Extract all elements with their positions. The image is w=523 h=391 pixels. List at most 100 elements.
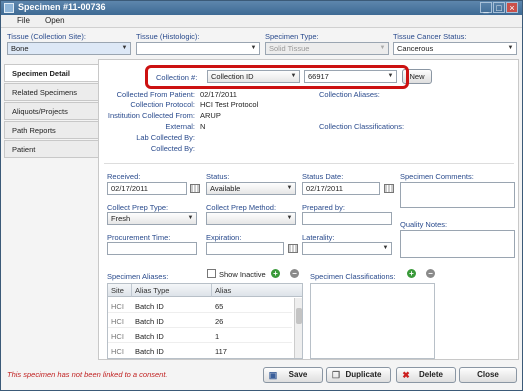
prepared-by-label: Prepared by:: [302, 203, 345, 212]
show-inactive-label: Show Inactive: [219, 270, 266, 279]
alias-value: 1: [212, 329, 292, 343]
duplicate-button[interactable]: ❐ Duplicate: [326, 367, 391, 383]
laterality-select[interactable]: ▼: [302, 242, 392, 255]
alias-site: HCI: [108, 314, 132, 328]
lab-collected-by-label: Lab Collected By:: [136, 133, 195, 142]
collect-prep-method-label: Collect Prep Method:: [206, 203, 277, 212]
title-bar: Specimen #11-00736 _ □ ×: [1, 1, 522, 15]
save-button[interactable]: ▣ Save: [263, 367, 323, 383]
collect-prep-type-select[interactable]: Fresh ▼: [107, 212, 197, 225]
tab-path-reports[interactable]: Path Reports: [4, 121, 99, 139]
alias-type: Batch ID: [132, 299, 212, 313]
institution-label: Institution Collected From:: [107, 111, 195, 120]
prepared-by-input[interactable]: [302, 212, 392, 225]
chevron-down-icon: ▼: [379, 45, 386, 51]
add-classification-icon[interactable]: +: [407, 269, 416, 278]
column-header-alias-type[interactable]: Alias Type: [132, 284, 212, 297]
alias-value: 65: [212, 299, 292, 313]
delete-button-label: Delete: [418, 370, 443, 379]
status-date-input[interactable]: 02/17/2011: [302, 182, 380, 195]
delete-button[interactable]: ✖ Delete: [396, 367, 456, 383]
tissue-site-label: Tissue (Collection Site):: [7, 32, 86, 41]
collected-from-patient-value: 02/17/2011: [200, 90, 237, 99]
collection-classifications-label: Collection Classifications:: [319, 122, 405, 131]
tab-aliquots-projects[interactable]: Aliquots/Projects: [4, 102, 99, 120]
menu-open[interactable]: Open: [45, 16, 65, 25]
alias-value: 26: [212, 314, 292, 328]
institution-value: ARUP: [200, 111, 221, 120]
expiration-input[interactable]: [206, 242, 284, 255]
alias-site: HCI: [108, 329, 132, 343]
specimen-window: Specimen #11-00736 _ □ × File Open Tissu…: [0, 0, 523, 391]
save-icon: ▣: [268, 370, 278, 380]
tab-patient[interactable]: Patient: [4, 140, 99, 158]
specimen-classifications-list[interactable]: [310, 283, 435, 359]
app-icon: [4, 3, 14, 13]
collection-protocol-value: HCI Test Protocol: [200, 100, 259, 109]
chevron-down-icon: ▼: [286, 185, 293, 191]
alias-site: HCI: [108, 344, 132, 358]
specimen-type-label: Specimen Type:: [265, 32, 319, 41]
specimen-aliases-table: Site Alias Type Alias HCI Batch ID 65 HC…: [107, 283, 303, 359]
specimen-comments-input[interactable]: [400, 182, 515, 208]
close-icon[interactable]: ×: [506, 2, 518, 13]
collect-prep-method-select[interactable]: ▼: [206, 212, 296, 225]
tab-specimen-detail[interactable]: Specimen Detail: [4, 64, 103, 82]
close-button[interactable]: Close: [459, 367, 517, 383]
tissue-histologic-label: Tissue (Histologic):: [136, 32, 200, 41]
quality-notes-input[interactable]: [400, 230, 515, 258]
status-date-label: Status Date:: [302, 172, 344, 181]
remove-classification-icon[interactable]: −: [426, 269, 435, 278]
tissue-histologic-select[interactable]: ▼: [136, 42, 260, 55]
specimen-comments-label: Specimen Comments:: [400, 172, 474, 181]
collected-from-patient-label: Collected From Patient:: [116, 90, 195, 99]
chevron-down-icon: ▼: [286, 215, 293, 221]
scrollbar-thumb[interactable]: [296, 308, 302, 324]
tissue-cancer-status-label: Tissue Cancer Status:: [393, 32, 467, 41]
calendar-icon[interactable]: [190, 184, 200, 193]
tissue-cancer-status-select[interactable]: Cancerous ▼: [393, 42, 517, 55]
duplicate-button-label: Duplicate: [345, 370, 382, 379]
duplicate-icon: ❐: [331, 370, 341, 380]
specimen-type-select[interactable]: Solid Tissue ▼: [265, 42, 389, 55]
received-label: Received:: [107, 172, 141, 181]
divider: [104, 163, 514, 164]
procurement-time-input[interactable]: [107, 242, 197, 255]
expiration-label: Expiration:: [206, 233, 242, 242]
status-select[interactable]: Available ▼: [206, 182, 296, 195]
chevron-down-icon: ▼: [507, 45, 514, 51]
external-value: N: [200, 122, 206, 131]
maximize-icon[interactable]: □: [493, 2, 505, 13]
column-header-alias[interactable]: Alias: [212, 284, 302, 297]
tissue-cancer-status-value: Cancerous: [397, 44, 434, 53]
external-label: External:: [165, 122, 195, 131]
show-inactive-checkbox[interactable]: [207, 269, 216, 278]
save-button-label: Save: [288, 370, 308, 379]
tab-related-specimens[interactable]: Related Specimens: [4, 83, 99, 101]
alias-type: Batch ID: [132, 314, 212, 328]
chevron-down-icon: ▼: [187, 215, 194, 221]
collection-protocol-label: Collection Protocol:: [130, 100, 195, 109]
received-date-input[interactable]: 02/17/2011: [107, 182, 187, 195]
remove-alias-icon[interactable]: −: [290, 269, 299, 278]
tissue-site-select[interactable]: Bone ▼: [7, 42, 131, 55]
chevron-down-icon: ▼: [382, 245, 389, 251]
chevron-down-icon: ▼: [121, 45, 128, 51]
menu-file[interactable]: File: [17, 16, 30, 25]
column-header-site[interactable]: Site: [108, 284, 132, 297]
calendar-icon[interactable]: [384, 184, 394, 193]
menu-bar: File Open: [1, 15, 522, 28]
chevron-down-icon: ▼: [250, 45, 257, 51]
consent-warning: This specimen has not been linked to a c…: [7, 370, 168, 379]
status-label: Status:: [206, 172, 230, 181]
alias-value: 117: [212, 344, 292, 358]
quality-notes-label: Quality Notes:: [400, 220, 448, 229]
minimize-icon[interactable]: _: [480, 2, 492, 13]
collection-aliases-label: Collection Aliases:: [319, 90, 380, 99]
alias-type: Batch ID: [132, 344, 212, 358]
calendar-icon[interactable]: [288, 244, 298, 253]
aliases-scrollbar[interactable]: [294, 298, 302, 358]
collected-by-label: Collected By:: [150, 144, 195, 153]
status-value: Available: [210, 184, 241, 193]
add-alias-icon[interactable]: +: [271, 269, 280, 278]
